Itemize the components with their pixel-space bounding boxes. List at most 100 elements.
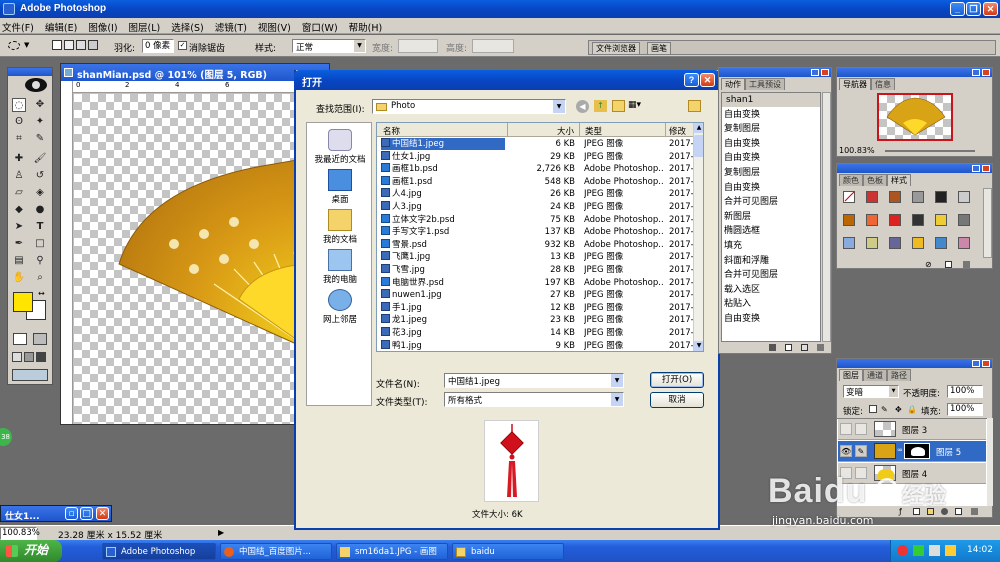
- tray-icon[interactable]: [897, 545, 908, 556]
- panel-minimize-button[interactable]: [972, 360, 980, 367]
- trash-icon[interactable]: [971, 508, 978, 515]
- panel-minimize-button[interactable]: [972, 165, 980, 172]
- dodge-tool-icon[interactable]: ●: [33, 203, 47, 217]
- zoom-slider[interactable]: [885, 150, 975, 152]
- action-item[interactable]: 填充: [722, 238, 820, 254]
- add-selection-icon[interactable]: [64, 40, 74, 50]
- type-tool-icon[interactable]: T: [33, 220, 47, 234]
- action-item[interactable]: 载入选区: [722, 282, 820, 298]
- open-button[interactable]: 打开(O): [650, 372, 704, 388]
- style-swatch[interactable]: [889, 191, 901, 203]
- action-item[interactable]: 合并可见图层: [722, 268, 820, 283]
- tab-layers[interactable]: 图层: [839, 369, 863, 381]
- layer-row[interactable]: 图层 3: [838, 419, 986, 440]
- scroll-down-icon[interactable]: ▼: [694, 341, 703, 351]
- file-row[interactable]: 画框1b.psd 2,726 KB Adobe Photoshop... 2017-: [377, 163, 693, 176]
- tab-color[interactable]: 颜色: [839, 174, 863, 186]
- preview-folder-icon[interactable]: [688, 100, 701, 112]
- tab-info[interactable]: 信息: [871, 78, 895, 90]
- marquee-ellipse-icon[interactable]: [8, 41, 20, 50]
- tab-navigator[interactable]: 导航器: [839, 78, 871, 90]
- menu-item[interactable]: 滤镜(T): [215, 20, 247, 34]
- tab-tool-presets[interactable]: 工具预设: [745, 78, 785, 90]
- action-item[interactable]: 自由变换: [722, 311, 820, 327]
- marquee-tool-icon[interactable]: ◌: [12, 98, 26, 112]
- stamp-tool-icon[interactable]: ♙: [12, 169, 26, 183]
- layer-name[interactable]: 图层 5: [936, 446, 961, 458]
- file-row[interactable]: 人4.jpg 26 KB JPEG 图像 2017-: [377, 188, 693, 201]
- action-set[interactable]: shan1: [722, 93, 820, 108]
- file-row[interactable]: 电脑世界.psd 197 KB Adobe Photoshop... 2017-: [377, 276, 693, 290]
- styles-scrollbar[interactable]: [983, 188, 992, 258]
- visibility-toggle[interactable]: [840, 423, 852, 435]
- restore-doc-button[interactable]: ▫: [65, 507, 78, 520]
- lasso-tool-icon[interactable]: ʘ: [12, 115, 26, 129]
- action-item[interactable]: 粘贴入: [722, 297, 820, 312]
- status-arrow-icon[interactable]: ▶: [218, 528, 224, 537]
- new-selection-icon[interactable]: [52, 40, 62, 50]
- tray-icon[interactable]: [913, 545, 924, 556]
- menu-item[interactable]: 编辑(E): [45, 20, 77, 34]
- style-swatch[interactable]: [843, 237, 855, 249]
- start-button[interactable]: 开始: [0, 540, 62, 562]
- style-swatch[interactable]: [935, 214, 947, 226]
- style-swatch[interactable]: [912, 237, 924, 249]
- menu-item[interactable]: 图层(L): [129, 20, 161, 34]
- lock-image-icon[interactable]: ✎: [881, 405, 888, 414]
- file-row[interactable]: 立体文字2b.psd 75 KB Adobe Photoshop... 2017-: [377, 213, 693, 227]
- style-swatch[interactable]: [866, 191, 878, 203]
- action-item[interactable]: 合并可见图层: [722, 195, 820, 210]
- task-photoshop[interactable]: Adobe Photoshop: [102, 543, 216, 560]
- style-swatch[interactable]: [912, 191, 924, 203]
- style-swatch[interactable]: [889, 214, 901, 226]
- link-toggle[interactable]: [855, 423, 867, 435]
- actions-scrollbar[interactable]: [822, 92, 831, 342]
- panel-close-button[interactable]: [982, 69, 990, 76]
- eraser-tool-icon[interactable]: ▱: [12, 186, 26, 200]
- crop-tool-icon[interactable]: ⌗: [12, 132, 26, 146]
- layer-row-selected[interactable]: 👁 ✎ ∞ 图层 5: [838, 441, 986, 462]
- fullscreen-icon[interactable]: [36, 352, 46, 362]
- minimized-document[interactable]: 仕女1... ▫ □ ✕: [0, 505, 112, 522]
- task-browser[interactable]: 中国结_百度图片...: [220, 543, 332, 560]
- back-icon[interactable]: ◀: [576, 100, 589, 113]
- chevron-down-icon[interactable]: ▼: [611, 393, 623, 406]
- menu-item[interactable]: 窗口(W): [302, 20, 338, 34]
- style-swatch[interactable]: [958, 191, 970, 203]
- standard-mode-icon[interactable]: [13, 333, 27, 345]
- file-row[interactable]: 飞雪.jpg 28 KB JPEG 图像 2017-: [377, 264, 693, 277]
- panel-close-button[interactable]: [982, 165, 990, 172]
- chevron-down-icon[interactable]: ▼: [611, 374, 623, 387]
- lock-position-icon[interactable]: ✥: [895, 405, 902, 414]
- stop-icon[interactable]: [769, 344, 776, 351]
- brush-icon[interactable]: ✎: [855, 445, 867, 457]
- action-item[interactable]: 斜面和浮雕: [722, 253, 820, 269]
- style-select[interactable]: 正常 ▼: [292, 39, 366, 53]
- tab-brushes[interactable]: 画笔: [647, 42, 671, 54]
- help-button[interactable]: ?: [684, 73, 699, 87]
- swap-colors-icon[interactable]: ↔: [38, 289, 45, 298]
- eyedropper-icon[interactable]: ⚲: [33, 254, 47, 268]
- action-item[interactable]: 新图层: [722, 209, 820, 225]
- col-size[interactable]: 大小: [557, 125, 574, 137]
- file-row[interactable]: 手1.jpg 12 KB JPEG 图像 2017-: [377, 301, 693, 315]
- file-row[interactable]: 花3.jpg 14 KB JPEG 图像 2017-: [377, 327, 693, 340]
- scroll-up-icon[interactable]: ▲: [694, 123, 703, 133]
- slice-tool-icon[interactable]: ✎: [33, 132, 47, 146]
- lock-transparency-icon[interactable]: [869, 405, 877, 413]
- layers-scrollbar[interactable]: [987, 418, 993, 506]
- panel-minimize-button[interactable]: [811, 69, 819, 76]
- lock-all-icon[interactable]: 🔒: [907, 405, 917, 414]
- file-row[interactable]: 雪景.psd 932 KB Adobe Photoshop... 2017-: [377, 238, 693, 252]
- intersect-selection-icon[interactable]: [88, 40, 98, 50]
- notes-tool-icon[interactable]: ▤: [12, 254, 26, 268]
- file-row[interactable]: 龙1.jpeg 23 KB JPEG 图像 2017-: [377, 314, 693, 327]
- opacity-input[interactable]: 100%: [947, 385, 983, 398]
- scroll-thumb[interactable]: [694, 135, 703, 157]
- zoom-field[interactable]: 100.83%: [0, 527, 40, 540]
- tab-channels[interactable]: 通道: [863, 369, 887, 381]
- menu-item[interactable]: 选择(S): [171, 20, 203, 34]
- trash-icon[interactable]: [963, 261, 970, 268]
- panel-close-button[interactable]: [982, 360, 990, 367]
- maximize-doc-button[interactable]: □: [80, 507, 93, 520]
